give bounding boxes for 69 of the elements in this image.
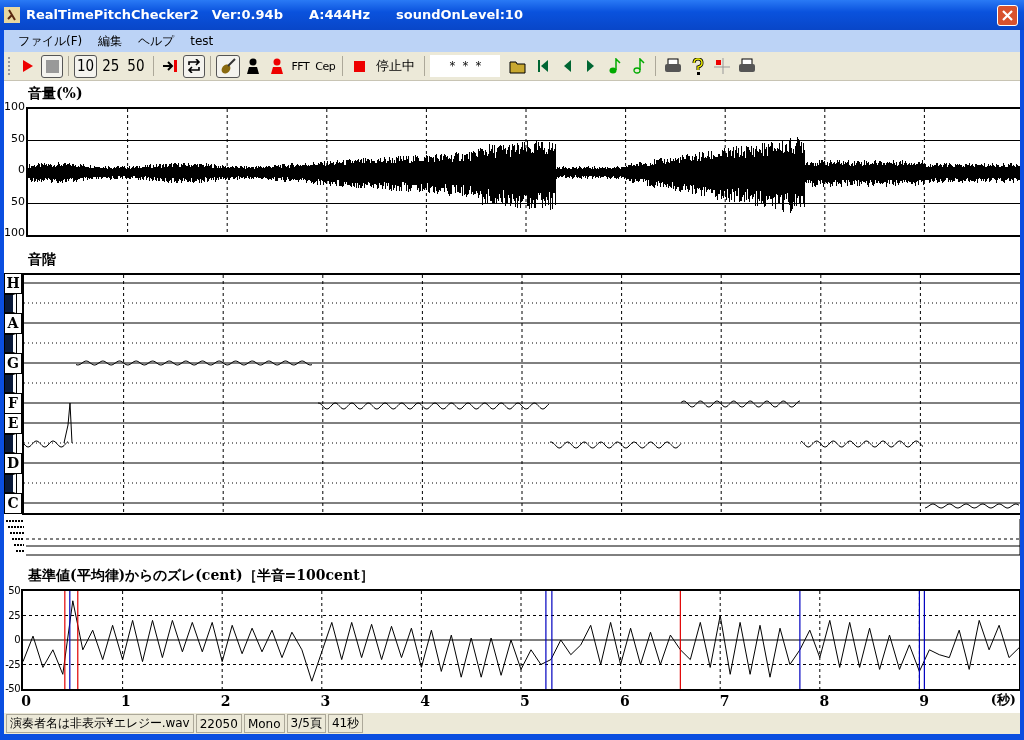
axis-tick-label: 7 (718, 693, 731, 709)
menu-item[interactable]: 編集 (92, 30, 129, 52)
axis-tick-label: 0 (18, 164, 26, 176)
close-button[interactable] (997, 4, 1018, 26)
axis-tick-label: 0 (20, 693, 32, 709)
note-label: E (4, 412, 22, 434)
axis-tick-label: 4 (419, 693, 432, 709)
folder-icon (509, 58, 528, 74)
play-icon (22, 60, 34, 72)
close-icon (1002, 9, 1013, 21)
axis-tick-label: 3 (319, 693, 332, 709)
menu-item[interactable]: ファイル(F) (12, 30, 89, 52)
note-label: D (4, 452, 22, 474)
analysis-button[interactable]: Cep (313, 54, 338, 78)
arrow-to-bar-icon (161, 59, 178, 73)
axis-tick-label: -25 (5, 658, 20, 671)
status-cell: 22050 (195, 714, 242, 733)
axis-tick-label: 50 (11, 195, 26, 208)
axis-title: (秒) (990, 691, 1016, 709)
axis-tick-label: 100 (4, 101, 26, 113)
note-label: G (4, 352, 22, 374)
analysis-button[interactable]: FFT (289, 54, 312, 78)
axis-tick-label: 50 (11, 132, 26, 145)
note-icon (609, 58, 622, 74)
menu-item[interactable]: ヘルプ (132, 30, 181, 52)
printer-icon (738, 58, 757, 74)
window-title: RealTimePitchChecker2 Ver:0.94b A:444Hz soundOnLevel:10 (26, 6, 524, 24)
status-cell: 3/5頁 (286, 714, 326, 733)
skip-start-icon (537, 59, 550, 73)
count-button[interactable]: 50 (124, 54, 148, 78)
axis-tick-label: 2 (219, 693, 232, 709)
question-mark-icon (692, 57, 705, 75)
loop-icon (185, 59, 202, 73)
axis-tick-label: -50 (5, 683, 20, 695)
left-triangle-icon (562, 59, 573, 73)
axis-tick-label: 1 (119, 693, 132, 709)
note-label: F (4, 392, 22, 414)
person-icon (269, 58, 284, 74)
axis-tick-label: 0 (14, 634, 20, 646)
panel-title: 音量(%) (27, 84, 84, 103)
axis-tick-label: 50 (8, 585, 20, 597)
app-icon (4, 7, 20, 23)
axis-tick-label: 8 (818, 693, 831, 709)
note-label: H (4, 272, 22, 294)
axis-tick-label: 9 (918, 693, 931, 709)
stop-button[interactable] (41, 54, 63, 78)
status-cell: 41秒 (327, 714, 364, 733)
chart-title: 基準値(平均律)からのズレ(cent)［半音=100cent］ (27, 566, 375, 585)
stop-icon (45, 59, 59, 73)
menu-item[interactable]: test (184, 32, 220, 50)
axis-tick-label: 6 (618, 693, 631, 709)
axis-tick-label: 5 (519, 693, 531, 709)
note-display: ＊＊＊ (430, 55, 501, 77)
person-icon (245, 58, 260, 74)
loop-button[interactable] (182, 54, 205, 78)
note-label: A (4, 312, 22, 334)
stop-icon (353, 60, 365, 72)
panel-title: 音階 (27, 250, 57, 269)
count-button[interactable]: 25 (99, 54, 123, 78)
status-cell: 演奏者名は非表示¥エレジー.wav (6, 714, 194, 733)
crosshair-icon (714, 58, 731, 74)
status-cell: Mono (243, 714, 285, 733)
note-icon (633, 58, 646, 74)
count-button[interactable]: 10 (74, 54, 98, 78)
axis-tick-label: 25 (8, 609, 20, 622)
printer-icon (664, 58, 683, 74)
axis-tick-label: 100 (4, 227, 26, 239)
playback-state: 停止中 (375, 57, 417, 75)
note-label: C (4, 492, 22, 514)
